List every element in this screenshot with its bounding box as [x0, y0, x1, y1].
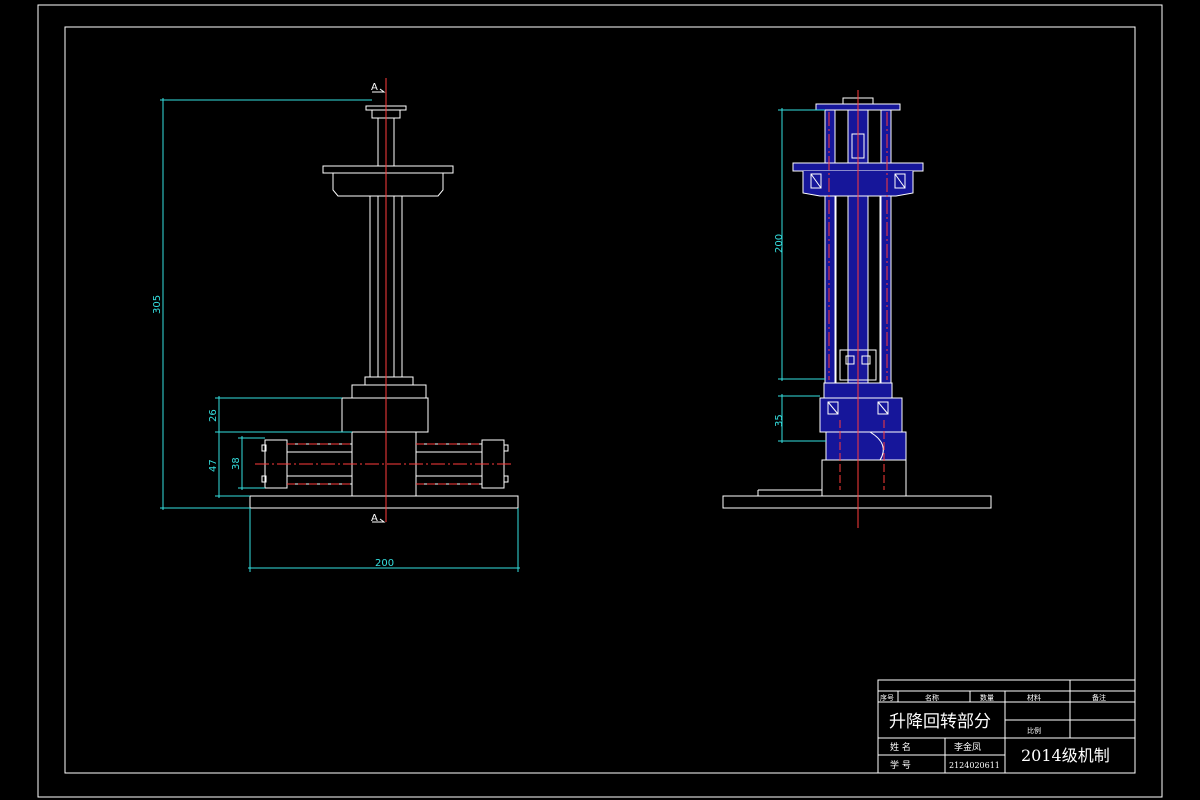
tb-id-label: 学 号 — [890, 759, 911, 771]
dim-base-width: 200 — [375, 558, 394, 569]
base-plate — [249, 495, 519, 509]
tb-header-remarks: 备注 — [1092, 693, 1106, 702]
tb-header-material: 材料 — [1027, 693, 1041, 702]
dim-section-block-height: 35 — [774, 414, 785, 427]
section-centerlines — [828, 90, 888, 528]
tb-header-quantity: 数量 — [980, 693, 994, 702]
tb-name-value: 李金凤 — [954, 741, 981, 753]
section-base-plate — [722, 495, 992, 509]
cad-drawing: A A 305 200 26 47 38 200 35 序号 名称 数量 材料 … — [37, 4, 1163, 798]
dim-lower-height-outer: 47 — [208, 459, 219, 472]
tb-id-value: 2124020611 — [949, 761, 1000, 770]
section-view — [722, 97, 992, 509]
upper-block — [341, 397, 429, 433]
front-view — [249, 105, 519, 509]
tb-name-label: 姓 名 — [890, 741, 911, 753]
dim-lower-height-inner: 38 — [231, 457, 242, 470]
inner-frame — [64, 26, 1136, 774]
section-dimensions — [778, 108, 826, 443]
tb-header-name: 名称 — [925, 693, 939, 702]
section-mark-bottom: A — [371, 513, 378, 524]
tb-scale-label: 比例 — [1027, 726, 1041, 735]
outer-frame — [37, 4, 1163, 798]
tb-title: 升降回转部分 — [889, 712, 991, 732]
tb-header-index: 序号 — [880, 693, 894, 702]
tb-class-label: 2014级机制 — [1021, 746, 1110, 765]
dim-column-height: 200 — [774, 234, 785, 253]
top-platform — [322, 165, 454, 174]
front-dimensions — [160, 98, 520, 572]
front-centerlines — [255, 78, 514, 522]
section-mark-top: A — [371, 82, 378, 93]
dim-block-height: 26 — [208, 409, 219, 422]
dim-overall-height: 305 — [152, 295, 163, 314]
